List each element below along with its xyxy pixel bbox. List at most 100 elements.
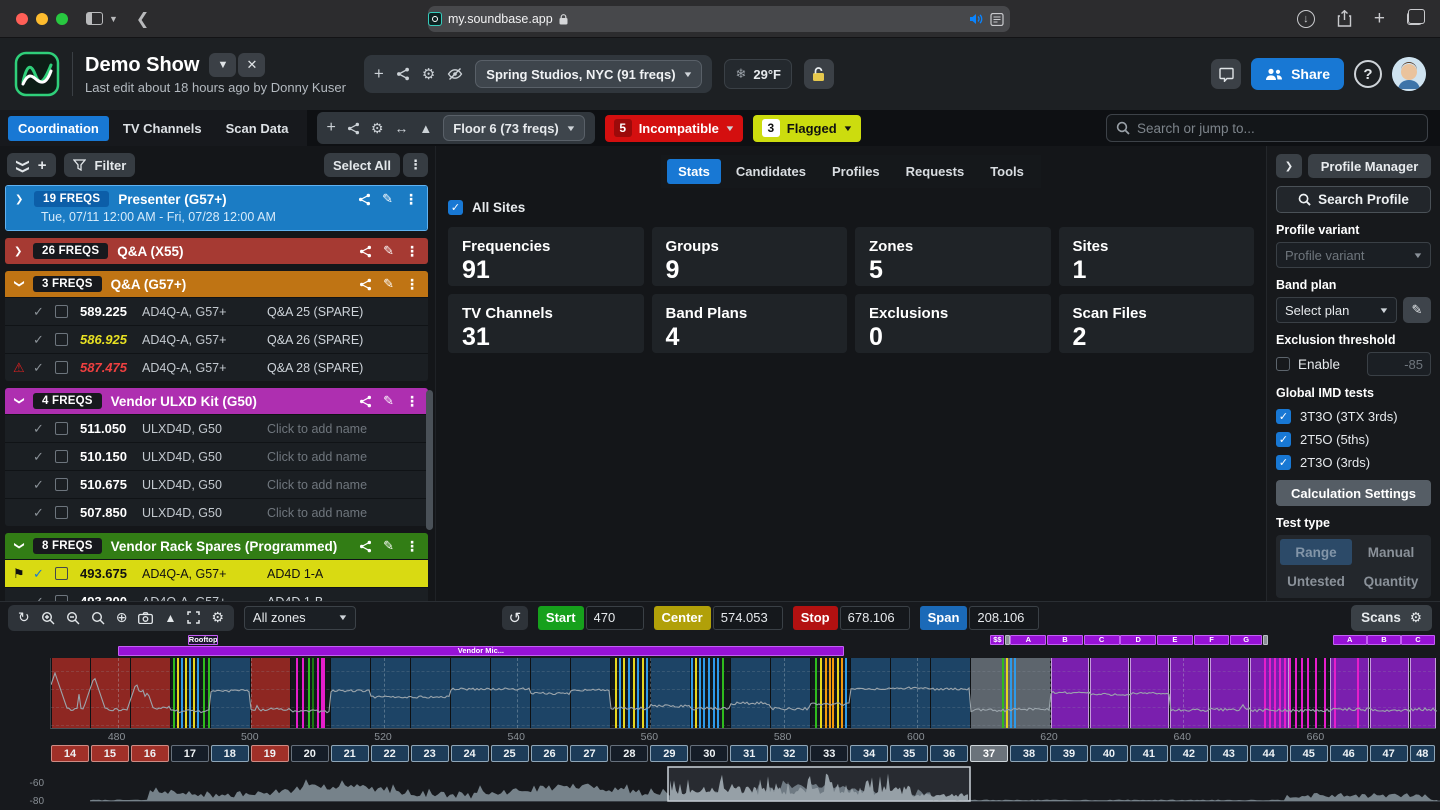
scrollbar[interactable]: [426, 146, 433, 601]
zone-bar-a[interactable]: A: [1333, 635, 1367, 645]
chevron-down-icon[interactable]: ▼: [109, 14, 118, 24]
chevron-right-icon[interactable]: ❯: [15, 194, 25, 205]
row-checkbox[interactable]: [55, 478, 68, 491]
tv-channel-33[interactable]: 33: [810, 745, 848, 762]
incompatible-filter-button[interactable]: 5 Incompatible ▼: [605, 115, 743, 142]
floor-settings-gear-icon[interactable]: ⚙: [371, 120, 384, 137]
tv-channel-39[interactable]: 39: [1050, 745, 1088, 762]
zone-bar-d[interactable]: D: [1120, 635, 1156, 645]
tv-channel-34[interactable]: 34: [850, 745, 888, 762]
tv-channel-18[interactable]: 18: [211, 745, 249, 762]
scrollbar-thumb[interactable]: [426, 390, 433, 530]
tv-channel-21[interactable]: 21: [331, 745, 369, 762]
reader-mode-icon[interactable]: [990, 13, 1004, 26]
more-menu-icon[interactable]: ⋮: [404, 191, 418, 208]
collapse-panel-button[interactable]: ❯: [1276, 154, 1302, 178]
share-nodes-icon[interactable]: [359, 540, 372, 553]
tv-channel-42[interactable]: 42: [1170, 745, 1208, 762]
share-nodes-icon[interactable]: [396, 67, 410, 81]
frequency-row[interactable]: ✓510.675ULXD4D, G50Click to add name: [5, 470, 428, 498]
filter-button[interactable]: Filter: [64, 153, 136, 177]
add-site-icon[interactable]: +: [374, 64, 384, 84]
share-nodes-icon[interactable]: [359, 278, 372, 291]
scans-button[interactable]: Scans ⚙: [1351, 605, 1432, 631]
global-search[interactable]: [1106, 114, 1428, 142]
frequency-row[interactable]: ⚠✓587.475AD4Q-A, G57+Q&A 28 (SPARE): [5, 353, 428, 381]
warning-triangle-icon[interactable]: ▲: [419, 121, 432, 136]
edit-icon[interactable]: ✎: [383, 276, 394, 292]
zoom-out-icon[interactable]: [66, 611, 80, 625]
imd-checkbox[interactable]: ✓: [1276, 432, 1291, 447]
tv-channel-45[interactable]: 45: [1290, 745, 1328, 762]
frequency-row[interactable]: ✓511.050ULXD4D, G50Click to add name: [5, 414, 428, 442]
tv-channel-32[interactable]: 32: [770, 745, 808, 762]
tv-channel-24[interactable]: 24: [451, 745, 489, 762]
channel-name[interactable]: Click to add name: [267, 478, 420, 492]
band-plan-select[interactable]: Select plan ▼: [1276, 297, 1397, 323]
flagged-filter-button[interactable]: 3 Flagged ▼: [753, 115, 861, 142]
edit-icon[interactable]: ✎: [382, 191, 393, 207]
close-window-button[interactable]: [16, 13, 28, 25]
tv-channel-26[interactable]: 26: [531, 745, 569, 762]
share-nodes-icon[interactable]: [359, 395, 372, 408]
channel-name[interactable]: Q&A 28 (SPARE): [267, 361, 420, 375]
browser-share-icon[interactable]: [1337, 10, 1352, 27]
calculation-settings-button[interactable]: Calculation Settings: [1276, 480, 1431, 506]
more-menu-icon[interactable]: ⋮: [405, 393, 419, 410]
site-settings-gear-icon[interactable]: ⚙: [422, 65, 435, 83]
share-nodes-icon[interactable]: [358, 193, 371, 206]
zone-bar-c[interactable]: C: [1084, 635, 1120, 645]
tv-channel-46[interactable]: 46: [1330, 745, 1368, 762]
zone-bar-b[interactable]: B: [1047, 635, 1083, 645]
tv-channel-25[interactable]: 25: [491, 745, 529, 762]
frequency-row[interactable]: ✓589.225AD4Q-A, G57+Q&A 25 (SPARE): [5, 297, 428, 325]
test-type-quantity[interactable]: Quantity: [1355, 568, 1427, 594]
frequency-row[interactable]: ✓510.150ULXD4D, G50Click to add name: [5, 442, 428, 470]
tv-channel-40[interactable]: 40: [1090, 745, 1128, 762]
peak-triangle-icon[interactable]: ▲: [164, 611, 176, 625]
zone-bar-b[interactable]: B: [1367, 635, 1400, 645]
share-floor-icon[interactable]: [347, 122, 360, 135]
close-show-button[interactable]: ✕: [238, 53, 265, 77]
zone-bar-[interactable]: $$: [990, 635, 1004, 645]
test-type-untested[interactable]: Untested: [1280, 568, 1352, 594]
zoom-in-icon[interactable]: [41, 611, 55, 625]
search-input[interactable]: [1137, 121, 1418, 136]
more-menu-icon[interactable]: ⋮: [405, 243, 419, 260]
nav-tab-scan-data[interactable]: Scan Data: [216, 116, 299, 141]
url-bar[interactable]: my.soundbase.app: [428, 6, 1010, 32]
zone-bar[interactable]: [1005, 635, 1010, 645]
zone-bar-rooftop[interactable]: Rooftop: [188, 635, 219, 645]
tv-channel-19[interactable]: 19: [251, 745, 289, 762]
downloads-icon[interactable]: ↓: [1297, 10, 1315, 28]
tv-channel-37[interactable]: 37: [970, 745, 1008, 762]
stop-input[interactable]: [840, 606, 910, 630]
imd-checkbox[interactable]: ✓: [1276, 455, 1291, 470]
channel-name[interactable]: Q&A 25 (SPARE): [267, 305, 420, 319]
zone-bar-e[interactable]: E: [1157, 635, 1193, 645]
tv-channel-30[interactable]: 30: [690, 745, 728, 762]
tv-channel-43[interactable]: 43: [1210, 745, 1248, 762]
tv-channel-29[interactable]: 29: [650, 745, 688, 762]
tv-channel-36[interactable]: 36: [930, 745, 968, 762]
tv-channel-22[interactable]: 22: [371, 745, 409, 762]
row-checkbox[interactable]: [55, 361, 68, 374]
channel-name[interactable]: Click to add name: [267, 450, 420, 464]
tv-channel-27[interactable]: 27: [570, 745, 608, 762]
tv-channel-31[interactable]: 31: [730, 745, 768, 762]
zones-select[interactable]: All zones ▼: [244, 606, 356, 630]
edit-icon[interactable]: ✎: [383, 243, 394, 259]
test-type-range[interactable]: Range: [1280, 539, 1352, 565]
list-menu-button[interactable]: ⋮: [403, 153, 428, 177]
feedback-bubble-button[interactable]: [1211, 59, 1241, 89]
edit-icon[interactable]: ✎: [383, 393, 394, 409]
floor-selector-dropdown[interactable]: Floor 6 (73 freqs) ▼: [443, 115, 584, 141]
tv-channel-28[interactable]: 28: [610, 745, 648, 762]
swap-arrows-icon[interactable]: ↔: [394, 120, 408, 136]
user-avatar[interactable]: [1392, 57, 1426, 91]
minimap-waveform[interactable]: [50, 764, 1440, 808]
zone-bar-g[interactable]: G: [1230, 635, 1262, 645]
chevron-down-icon[interactable]: ❯: [14, 541, 25, 551]
new-tab-icon[interactable]: +: [1374, 8, 1385, 30]
more-menu-icon[interactable]: ⋮: [405, 538, 419, 555]
